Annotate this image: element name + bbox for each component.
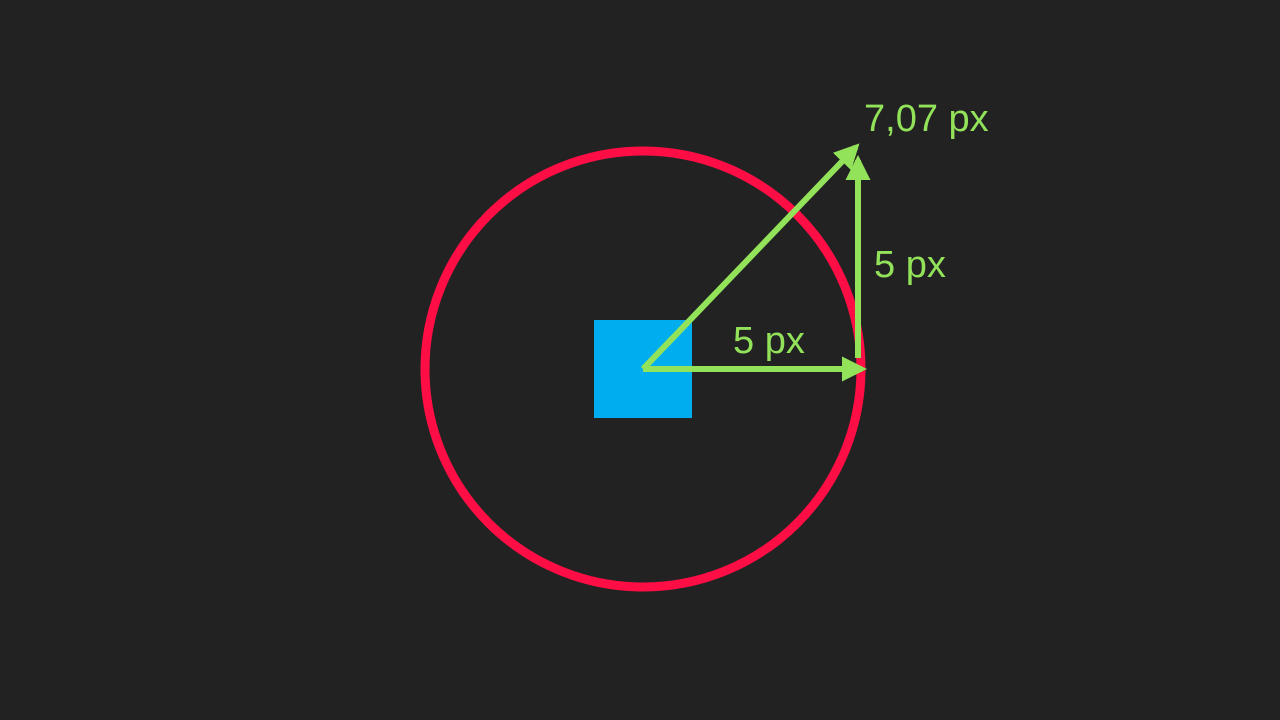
- diagram-canvas: 5 px 5 px 7,07 px: [0, 0, 1280, 720]
- diagonal-distance-label: 7,07 px: [864, 98, 989, 140]
- vertical-distance-label: 5 px: [874, 244, 946, 286]
- horizontal-distance-label: 5 px: [733, 320, 805, 362]
